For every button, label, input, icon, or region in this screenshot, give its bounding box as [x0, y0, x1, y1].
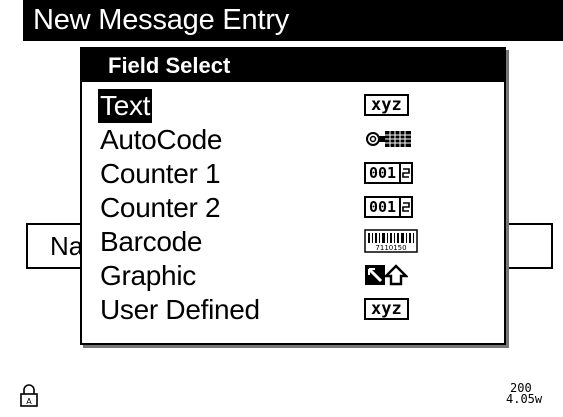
- menu-item-label: Counter 2: [100, 192, 221, 223]
- menu-item-user-defined[interactable]: User Defined xyz: [98, 293, 498, 327]
- menu-item-label: Counter 1: [100, 158, 221, 189]
- field-select-dialog: Field Select Text xyz AutoCode Counter 1…: [80, 47, 506, 345]
- menu-item-text[interactable]: Text xyz: [98, 89, 498, 123]
- menu-item-label: Barcode: [100, 226, 203, 257]
- menu-item-label: User Defined: [100, 294, 260, 325]
- menu-item-autocode[interactable]: AutoCode: [98, 123, 498, 157]
- menu-item-counter-2[interactable]: Counter 2 001: [98, 191, 498, 225]
- autocode-icon: [364, 128, 416, 150]
- menu-item-counter-1[interactable]: Counter 1 001: [98, 157, 498, 191]
- status-value-bottom: 4.05w: [506, 392, 543, 406]
- menu-item-graphic[interactable]: Graphic: [98, 259, 498, 293]
- svg-text:7110150: 7110150: [375, 244, 406, 252]
- menu-item-label: Graphic: [100, 260, 196, 291]
- status-readout: 200 4.05w: [506, 382, 554, 406]
- menu-item-barcode[interactable]: Barcode 7110150: [98, 225, 498, 259]
- counter-icon: 001: [364, 196, 414, 218]
- lock-icon: A: [19, 384, 39, 408]
- xyz-box-icon: xyz: [364, 94, 409, 116]
- barcode-icon: 7110150: [364, 229, 418, 253]
- graphic-icon: [364, 264, 408, 286]
- dialog-title: Field Select: [82, 49, 504, 82]
- counter-icon: 001: [364, 162, 414, 184]
- menu-item-label: Text: [98, 89, 153, 123]
- menu-item-label: AutoCode: [100, 124, 223, 155]
- xyz-box-icon: xyz: [364, 298, 409, 320]
- svg-text:A: A: [26, 397, 32, 406]
- window-title: New Message Entry: [23, 0, 563, 41]
